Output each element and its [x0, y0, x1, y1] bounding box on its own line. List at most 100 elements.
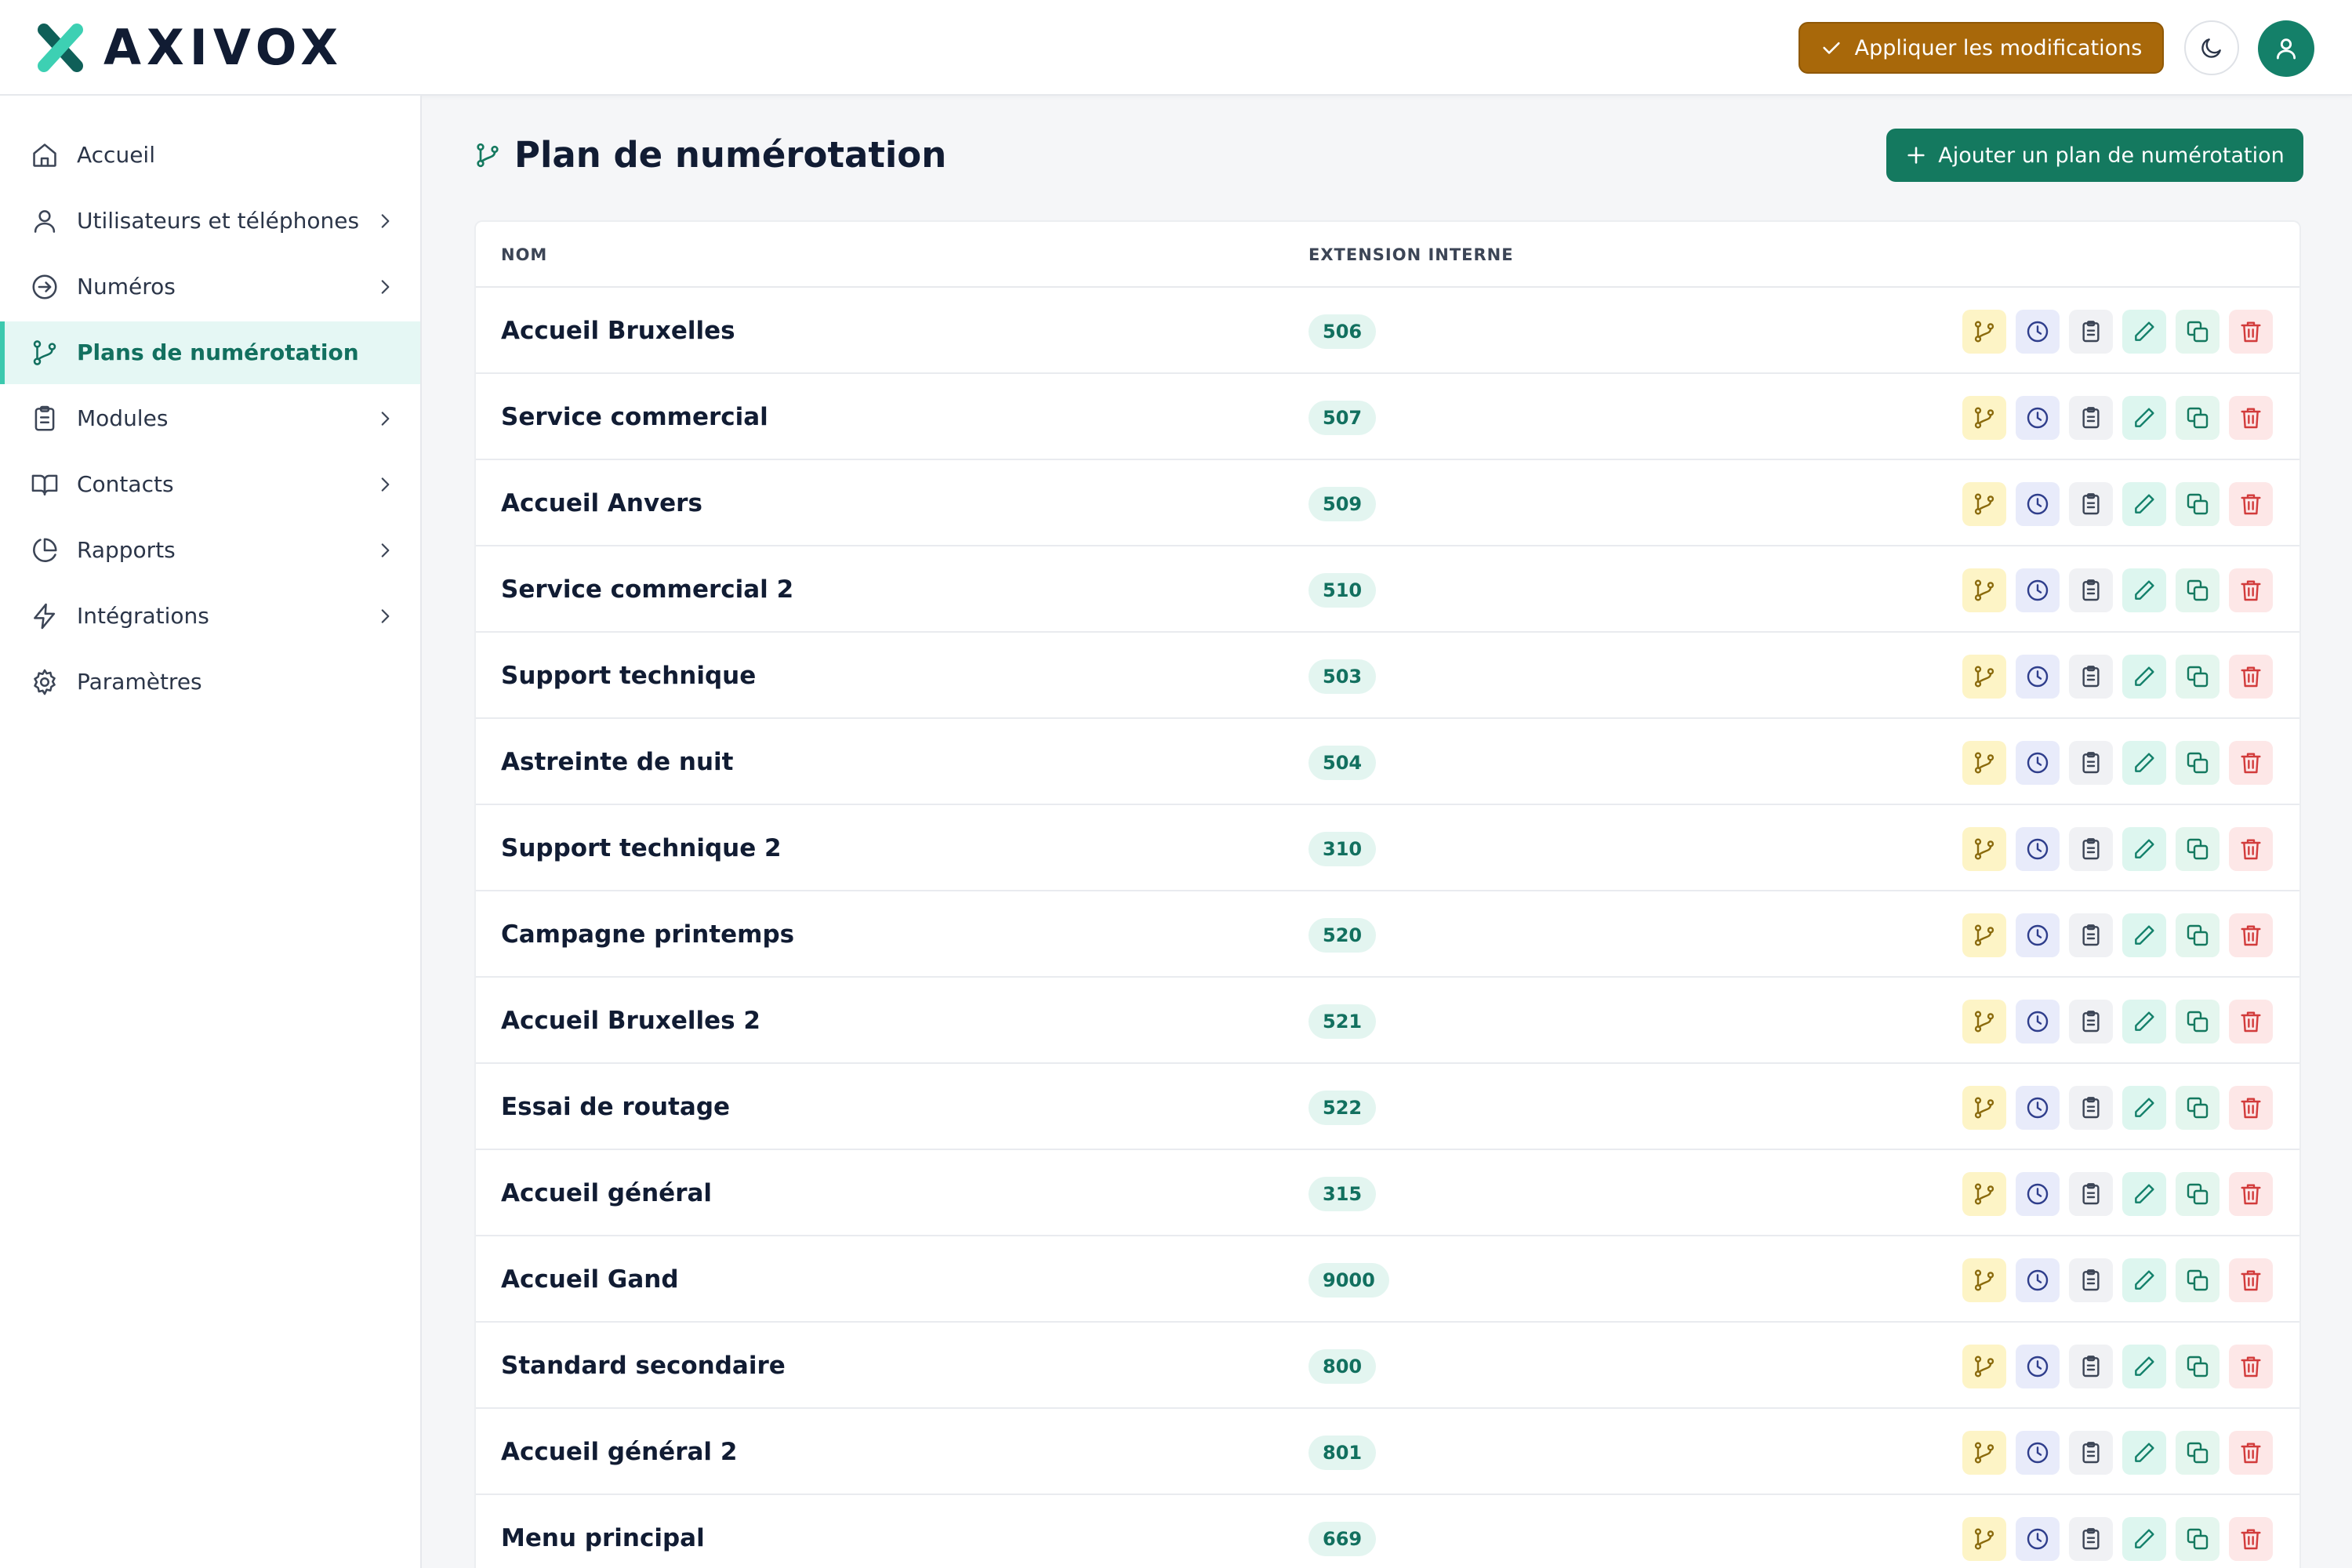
delete-action-button[interactable] — [2229, 1000, 2273, 1044]
schedule-action-button[interactable] — [2016, 655, 2060, 699]
delete-action-button[interactable] — [2229, 913, 2273, 957]
duplicate-action-button[interactable] — [2176, 396, 2220, 440]
schedule-action-button[interactable] — [2016, 913, 2060, 957]
delete-action-button[interactable] — [2229, 1172, 2273, 1216]
route-action-button[interactable] — [1962, 568, 2006, 612]
table-row[interactable]: Essai de routage 522 — [476, 1064, 2299, 1150]
route-action-button[interactable] — [1962, 1258, 2006, 1302]
route-action-button[interactable] — [1962, 827, 2006, 871]
sidebar-item-accueil[interactable]: Accueil — [0, 124, 420, 187]
details-action-button[interactable] — [2069, 1172, 2113, 1216]
duplicate-action-button[interactable] — [2176, 741, 2220, 785]
edit-action-button[interactable] — [2122, 1345, 2166, 1388]
edit-action-button[interactable] — [2122, 396, 2166, 440]
schedule-action-button[interactable] — [2016, 568, 2060, 612]
details-action-button[interactable] — [2069, 1345, 2113, 1388]
schedule-action-button[interactable] — [2016, 396, 2060, 440]
sidebar-item-utilisateurs[interactable]: Utilisateurs et téléphones — [0, 190, 420, 252]
edit-action-button[interactable] — [2122, 1086, 2166, 1130]
delete-action-button[interactable] — [2229, 1258, 2273, 1302]
duplicate-action-button[interactable] — [2176, 1000, 2220, 1044]
table-row[interactable]: Campagne printemps 520 — [476, 891, 2299, 978]
delete-action-button[interactable] — [2229, 482, 2273, 526]
schedule-action-button[interactable] — [2016, 1258, 2060, 1302]
sidebar-item-rapports[interactable]: Rapports — [0, 519, 420, 582]
edit-action-button[interactable] — [2122, 655, 2166, 699]
schedule-action-button[interactable] — [2016, 310, 2060, 354]
schedule-action-button[interactable] — [2016, 1345, 2060, 1388]
delete-action-button[interactable] — [2229, 396, 2273, 440]
details-action-button[interactable] — [2069, 913, 2113, 957]
details-action-button[interactable] — [2069, 1517, 2113, 1561]
edit-action-button[interactable] — [2122, 310, 2166, 354]
logo[interactable]: AXIVOX — [34, 22, 343, 74]
table-row[interactable]: Accueil Bruxelles 506 — [476, 288, 2299, 374]
edit-action-button[interactable] — [2122, 1431, 2166, 1475]
edit-action-button[interactable] — [2122, 1258, 2166, 1302]
sidebar-item-parametres[interactable]: Paramètres — [0, 651, 420, 713]
schedule-action-button[interactable] — [2016, 482, 2060, 526]
delete-action-button[interactable] — [2229, 1345, 2273, 1388]
details-action-button[interactable] — [2069, 310, 2113, 354]
edit-action-button[interactable] — [2122, 482, 2166, 526]
table-row[interactable]: Accueil Bruxelles 2 521 — [476, 978, 2299, 1064]
table-row[interactable]: Service commercial 507 — [476, 374, 2299, 460]
duplicate-action-button[interactable] — [2176, 310, 2220, 354]
details-action-button[interactable] — [2069, 396, 2113, 440]
delete-action-button[interactable] — [2229, 741, 2273, 785]
duplicate-action-button[interactable] — [2176, 913, 2220, 957]
duplicate-action-button[interactable] — [2176, 827, 2220, 871]
table-row[interactable]: Support technique 503 — [476, 633, 2299, 719]
sidebar-item-modules[interactable]: Modules — [0, 387, 420, 450]
delete-action-button[interactable] — [2229, 1431, 2273, 1475]
details-action-button[interactable] — [2069, 1086, 2113, 1130]
route-action-button[interactable] — [1962, 1431, 2006, 1475]
sidebar-item-numeros[interactable]: Numéros — [0, 256, 420, 318]
route-action-button[interactable] — [1962, 310, 2006, 354]
table-row[interactable]: Menu principal 669 — [476, 1495, 2299, 1568]
details-action-button[interactable] — [2069, 568, 2113, 612]
table-row[interactable]: Accueil général 315 — [476, 1150, 2299, 1236]
route-action-button[interactable] — [1962, 1345, 2006, 1388]
table-row[interactable]: Support technique 2 310 — [476, 805, 2299, 891]
details-action-button[interactable] — [2069, 741, 2113, 785]
edit-action-button[interactable] — [2122, 1172, 2166, 1216]
route-action-button[interactable] — [1962, 1000, 2006, 1044]
table-row[interactable]: Service commercial 2 510 — [476, 546, 2299, 633]
add-dialplan-button[interactable]: Ajouter un plan de numérotation — [1886, 129, 2303, 182]
route-action-button[interactable] — [1962, 396, 2006, 440]
route-action-button[interactable] — [1962, 913, 2006, 957]
edit-action-button[interactable] — [2122, 568, 2166, 612]
schedule-action-button[interactable] — [2016, 1000, 2060, 1044]
schedule-action-button[interactable] — [2016, 1172, 2060, 1216]
route-action-button[interactable] — [1962, 741, 2006, 785]
duplicate-action-button[interactable] — [2176, 482, 2220, 526]
edit-action-button[interactable] — [2122, 1000, 2166, 1044]
apply-changes-button[interactable]: Appliquer les modifications — [1798, 22, 2164, 74]
edit-action-button[interactable] — [2122, 913, 2166, 957]
schedule-action-button[interactable] — [2016, 1086, 2060, 1130]
route-action-button[interactable] — [1962, 482, 2006, 526]
duplicate-action-button[interactable] — [2176, 568, 2220, 612]
details-action-button[interactable] — [2069, 655, 2113, 699]
details-action-button[interactable] — [2069, 482, 2113, 526]
delete-action-button[interactable] — [2229, 568, 2273, 612]
schedule-action-button[interactable] — [2016, 827, 2060, 871]
table-row[interactable]: Accueil général 2 801 — [476, 1409, 2299, 1495]
details-action-button[interactable] — [2069, 1431, 2113, 1475]
route-action-button[interactable] — [1962, 1172, 2006, 1216]
delete-action-button[interactable] — [2229, 1517, 2273, 1561]
duplicate-action-button[interactable] — [2176, 1345, 2220, 1388]
schedule-action-button[interactable] — [2016, 1431, 2060, 1475]
delete-action-button[interactable] — [2229, 1086, 2273, 1130]
schedule-action-button[interactable] — [2016, 741, 2060, 785]
duplicate-action-button[interactable] — [2176, 1258, 2220, 1302]
route-action-button[interactable] — [1962, 1517, 2006, 1561]
duplicate-action-button[interactable] — [2176, 655, 2220, 699]
table-row[interactable]: Accueil Anvers 509 — [476, 460, 2299, 546]
user-avatar-button[interactable] — [2258, 20, 2314, 77]
table-row[interactable]: Accueil Gand 9000 — [476, 1236, 2299, 1323]
duplicate-action-button[interactable] — [2176, 1431, 2220, 1475]
details-action-button[interactable] — [2069, 827, 2113, 871]
route-action-button[interactable] — [1962, 655, 2006, 699]
